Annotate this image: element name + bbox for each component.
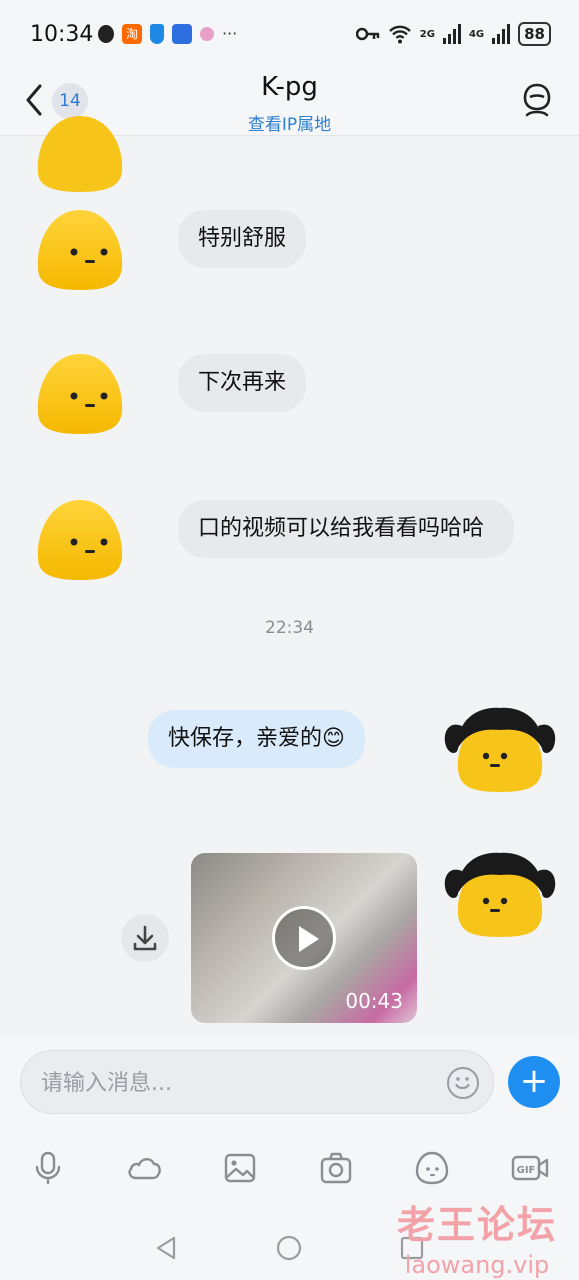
battery-indicator: 88 xyxy=(518,22,551,46)
notification-icons: 淘 ··· xyxy=(98,24,237,44)
contact-avatar[interactable] xyxy=(34,206,126,296)
sticker-icon[interactable] xyxy=(414,1150,450,1186)
watermark-text-en: laowang.vip xyxy=(404,1251,550,1279)
dot-icon xyxy=(200,27,214,41)
chat-title: K-pg xyxy=(261,72,318,102)
signal-4g-label: 4G xyxy=(468,28,485,40)
profile-icon[interactable] xyxy=(521,82,553,118)
watermark: 老王论坛 laowang.vip xyxy=(397,1194,557,1279)
my-avatar[interactable] xyxy=(440,700,560,796)
microphone-icon[interactable] xyxy=(30,1150,66,1186)
video-duration: 00:43 xyxy=(345,989,403,1013)
contact-avatar[interactable] xyxy=(34,106,126,196)
system-icons: 2G 4G 88 xyxy=(355,22,551,46)
signal-2g-label: 2G xyxy=(419,28,435,40)
contact-avatar[interactable] xyxy=(34,496,126,586)
emoji-icon[interactable] xyxy=(447,1067,479,1099)
download-icon xyxy=(133,925,157,951)
status-time: 10:34 xyxy=(30,22,94,47)
svg-text:GIF: GIF xyxy=(517,1165,536,1176)
message-bubble-incoming[interactable]: 口的视频可以给我看看吗哈哈 xyxy=(178,500,514,558)
signal-icon-2 xyxy=(492,24,511,44)
input-toolbar: GIF xyxy=(0,1150,579,1200)
camera-icon[interactable] xyxy=(318,1150,354,1186)
message-timestamp: 22:34 xyxy=(265,618,314,638)
gif-icon[interactable]: GIF xyxy=(510,1150,550,1186)
key-icon xyxy=(355,27,380,41)
message-bubble-incoming[interactable]: 下次再来 xyxy=(178,354,307,412)
message-input-box[interactable] xyxy=(20,1050,494,1114)
plus-button[interactable]: + xyxy=(508,1056,560,1108)
image-icon[interactable] xyxy=(222,1150,258,1186)
signal-icon xyxy=(442,24,461,44)
video-message[interactable]: 00:43 xyxy=(191,853,417,1023)
wifi-icon xyxy=(388,25,411,44)
download-button[interactable] xyxy=(121,914,169,962)
watermark-text-cn: 老王论坛 xyxy=(396,1203,557,1247)
qq-icon xyxy=(98,25,114,43)
input-area: + GIF 老王论坛 laowang.vip xyxy=(0,1038,579,1280)
app-icon xyxy=(172,24,192,44)
my-avatar[interactable] xyxy=(440,845,560,941)
message-input[interactable] xyxy=(41,1065,441,1101)
cloud-icon[interactable] xyxy=(126,1150,162,1186)
more-icon: ··· xyxy=(222,24,238,43)
status-bar: 10:34 淘 ··· 2G 4G 88 xyxy=(0,0,579,70)
play-icon[interactable] xyxy=(272,906,336,970)
nav-back-icon[interactable] xyxy=(152,1234,180,1262)
message-bubble-outgoing[interactable]: 快保存，亲爱的😊 xyxy=(148,710,365,768)
smile-icon xyxy=(455,1077,470,1090)
contact-avatar[interactable] xyxy=(34,350,126,440)
nav-home-icon[interactable] xyxy=(275,1234,303,1262)
shield-icon xyxy=(150,24,164,44)
message-bubble-incoming[interactable]: 特别舒服 xyxy=(178,210,307,268)
taobao-icon: 淘 xyxy=(122,24,142,44)
